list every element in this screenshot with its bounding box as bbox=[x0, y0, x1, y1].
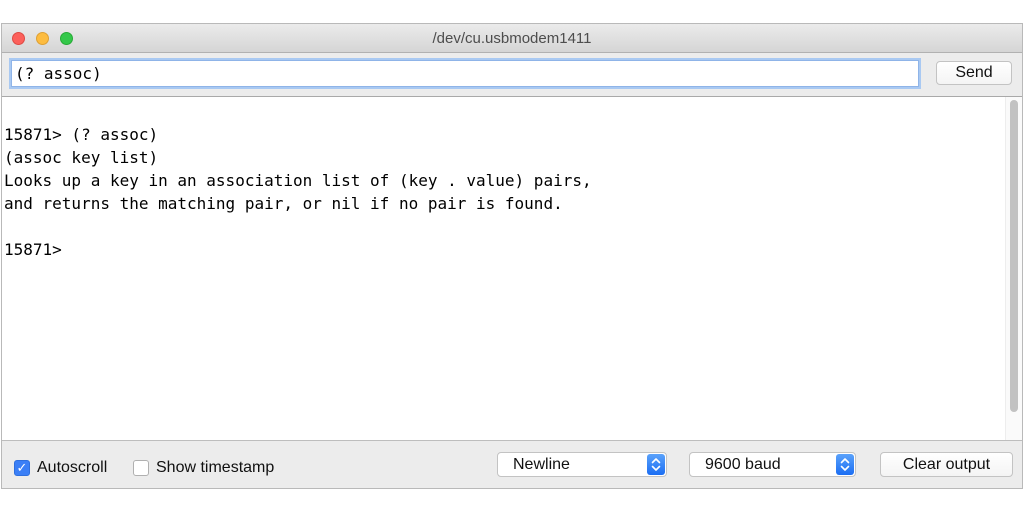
checkmark-icon: ✓ bbox=[16, 460, 28, 476]
up-down-chevron-icon bbox=[647, 454, 665, 475]
serial-output-area[interactable]: 15871> (? assoc) (assoc key list) Looks … bbox=[2, 96, 1022, 441]
autoscroll-checkbox[interactable]: ✓ Autoscroll bbox=[14, 458, 107, 478]
show-timestamp-checkbox[interactable]: Show timestamp bbox=[133, 458, 274, 478]
output-scrollbar[interactable] bbox=[1005, 97, 1022, 440]
up-down-chevron-icon bbox=[836, 454, 854, 475]
baud-rate-value: 9600 baud bbox=[705, 456, 781, 473]
window-title: /dev/cu.usbmodem1411 bbox=[432, 30, 592, 47]
serial-command-input[interactable] bbox=[11, 60, 919, 87]
serial-output-text: 15871> (? assoc) (assoc key list) Looks … bbox=[4, 125, 592, 259]
serial-monitor-window: /dev/cu.usbmodem1411 Send 15871> (? asso… bbox=[1, 23, 1023, 489]
send-button[interactable]: Send bbox=[936, 61, 1012, 85]
autoscroll-checkbox-box[interactable]: ✓ bbox=[14, 460, 30, 476]
show-timestamp-label: Show timestamp bbox=[156, 459, 275, 476]
show-timestamp-checkbox-box[interactable] bbox=[133, 460, 149, 476]
baud-rate-select[interactable]: 9600 baud bbox=[689, 452, 856, 477]
title-bar: /dev/cu.usbmodem1411 bbox=[2, 24, 1022, 53]
clear-output-button[interactable]: Clear output bbox=[880, 452, 1013, 477]
scrollbar-thumb[interactable] bbox=[1010, 100, 1018, 412]
line-ending-value: Newline bbox=[513, 456, 570, 473]
line-ending-select[interactable]: Newline bbox=[497, 452, 667, 477]
autoscroll-label: Autoscroll bbox=[37, 459, 108, 476]
